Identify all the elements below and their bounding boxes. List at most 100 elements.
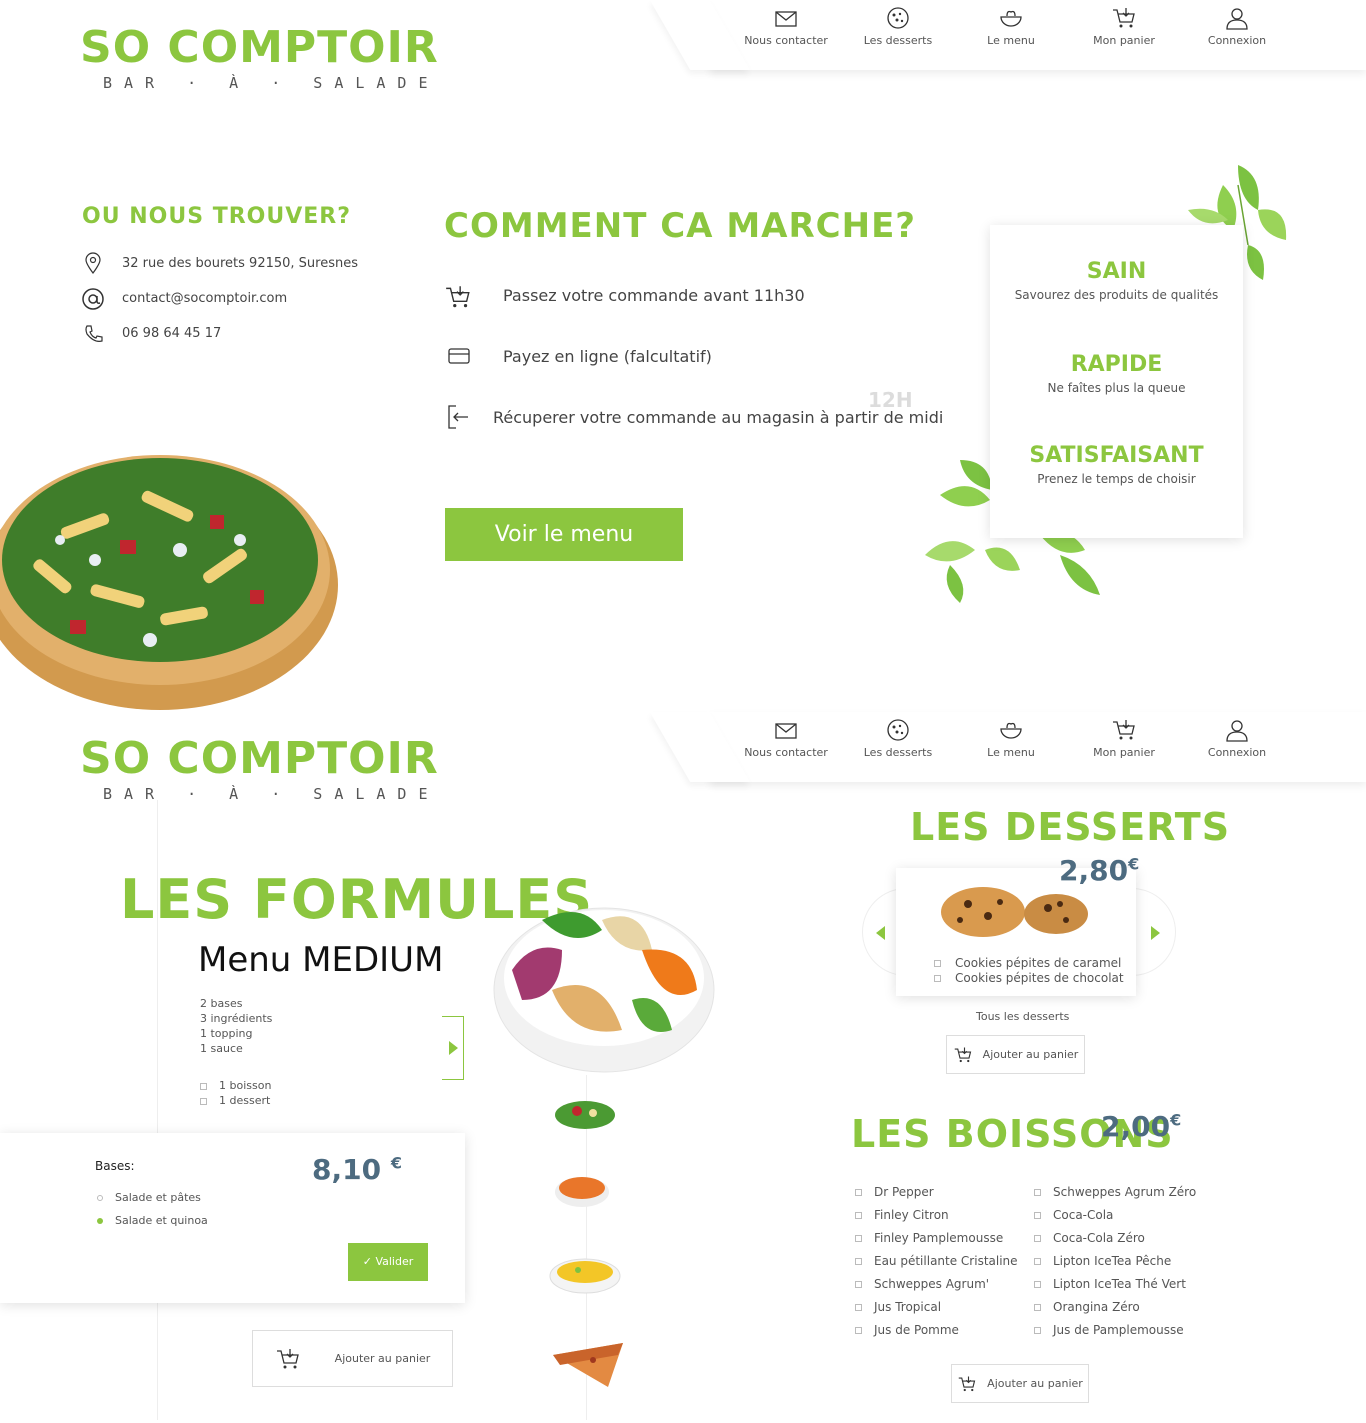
feature-satisfying: SATISFAISANT Prenez le temps de choisir — [1029, 443, 1204, 486]
bases-card: Bases: Salade et pâtes Salade et quinoa … — [0, 1133, 465, 1303]
salad-bowl-icon — [1000, 10, 1022, 27]
quiche-thumbnail — [553, 1343, 623, 1387]
location-pin-icon — [85, 252, 101, 274]
dessert-option-chocolate[interactable]: Cookies pépites de chocolat — [934, 971, 1124, 986]
nav-login[interactable]: Connexion — [1187, 6, 1287, 47]
phone-text: 06 98 64 45 17 — [122, 326, 222, 341]
formula-add-to-cart-button[interactable]: Ajouter au panier — [252, 1330, 453, 1387]
chevron-left-icon — [876, 926, 885, 940]
cart-icon — [954, 1047, 971, 1062]
bases-label: Bases: — [95, 1159, 135, 1173]
base-option-pasta[interactable]: Salade et pâtes — [97, 1191, 201, 1204]
dessert-price: 2,80€ — [1059, 854, 1140, 887]
logo-tagline-2: BAR · À · SALADE — [103, 785, 440, 803]
drink-option[interactable]: Dr Pepper — [855, 1185, 1018, 1208]
menu-extras: 1 boisson 1 dessert — [200, 1078, 271, 1108]
salad-thumbnail — [555, 1101, 615, 1129]
nav-menu[interactable]: Le menu — [961, 6, 1061, 47]
step-pay: Payez en ligne (falcultatif) — [503, 347, 712, 366]
user-icon — [1226, 8, 1248, 30]
salad-bowl-icon — [1000, 722, 1022, 739]
logo-title[interactable]: SO COMPTOIR — [80, 22, 439, 73]
drinks-list-right: Schweppes Agrum Zéro Coca-Cola Coca-Cola… — [1034, 1185, 1196, 1346]
dessert-next-button[interactable] — [1150, 925, 1160, 944]
base-option-quinoa[interactable]: Salade et quinoa — [97, 1214, 208, 1227]
dessert-options: Cookies pépites de caramel Cookies pépit… — [934, 956, 1124, 986]
drink-option[interactable]: Jus de Pamplemousse — [1034, 1323, 1196, 1346]
boissons-price: 2,00€ — [1101, 1110, 1182, 1143]
at-sign-icon — [82, 288, 104, 310]
chevron-right-icon — [1151, 926, 1160, 940]
dessert-add-to-cart-button[interactable]: Ajouter au panier — [946, 1035, 1085, 1074]
dessert-card: 2,80€ Cookies pépites de caramel Cookies… — [896, 854, 1139, 996]
see-menu-button[interactable]: Voir le menu — [445, 508, 683, 561]
pasta-thumbnail — [549, 1258, 621, 1294]
cart-download-icon — [446, 286, 470, 308]
address-text: 32 rue des bourets 92150, Suresnes — [122, 256, 358, 271]
user-icon — [1226, 720, 1248, 742]
dessert-prev-button[interactable] — [876, 925, 886, 944]
envelope-icon — [775, 723, 797, 739]
cart-icon — [958, 1376, 976, 1391]
cart-icon — [1113, 8, 1135, 28]
pickup-door-icon — [448, 405, 468, 429]
drink-option[interactable]: Schweppes Agrum Zéro — [1034, 1185, 1196, 1208]
dessert-option-caramel[interactable]: Cookies pépites de caramel — [934, 956, 1124, 971]
nav-contact[interactable]: Nous contacter — [736, 6, 836, 47]
nav-desserts[interactable]: Les desserts — [848, 6, 948, 47]
drinks-add-to-cart-button[interactable]: Ajouter au panier — [951, 1364, 1089, 1403]
cookie-icon — [887, 7, 909, 29]
drink-option[interactable]: Lipton IceTea Pêche — [1034, 1254, 1196, 1277]
nav-login-2[interactable]: Connexion — [1187, 718, 1287, 759]
drink-option[interactable]: Eau pétillante Cristaline — [855, 1254, 1018, 1277]
cookie-icon — [887, 719, 909, 741]
validate-button[interactable]: ✓ Valider — [348, 1243, 428, 1281]
desserts-title: LES DESSERTS — [910, 805, 1231, 849]
how-title: COMMENT CA MARCHE? — [444, 206, 917, 246]
drink-option[interactable]: Schweppes Agrum' — [855, 1277, 1018, 1300]
credit-card-icon — [448, 348, 470, 364]
drink-option[interactable]: Jus Tropical — [855, 1300, 1018, 1323]
extra-drink[interactable]: 1 boisson — [200, 1078, 271, 1093]
poke-bowl-image — [493, 907, 715, 1073]
envelope-icon — [775, 11, 797, 27]
cookies-image — [941, 887, 1088, 937]
nav-menu-2[interactable]: Le menu — [961, 718, 1061, 759]
drink-option[interactable]: Orangina Zéro — [1034, 1300, 1196, 1323]
noon-badge: 12H — [868, 388, 913, 412]
next-formula-button[interactable] — [442, 1016, 464, 1080]
feature-healthy: SAIN Savourez des produits de qualités — [1014, 259, 1219, 302]
logo-title-2[interactable]: SO COMPTOIR — [80, 733, 439, 784]
sauce-thumbnail — [555, 1177, 609, 1207]
extra-dessert[interactable]: 1 dessert — [200, 1093, 271, 1108]
top-navbar: Nous contacter Les desserts Le menu Mon … — [710, 0, 1366, 70]
phone-icon — [85, 325, 103, 342]
cart-icon — [1113, 720, 1135, 740]
nav-contact-2[interactable]: Nous contacter — [736, 718, 836, 759]
check-icon: ✓ — [362, 1255, 376, 1268]
feature-fast: RAPIDE Ne faîtes plus la queue — [1047, 352, 1186, 395]
nav-desserts-2[interactable]: Les desserts — [848, 718, 948, 759]
drink-option[interactable]: Lipton IceTea Thé Vert — [1034, 1277, 1196, 1300]
drink-option[interactable]: Finley Citron — [855, 1208, 1018, 1231]
formula-price: 8,10 € — [312, 1153, 402, 1186]
drink-option[interactable]: Finley Pamplemousse — [855, 1231, 1018, 1254]
email-link[interactable]: contact@socomptoir.com — [122, 291, 287, 306]
bottom-navbar: Nous contacter Les desserts Le menu Mon … — [710, 712, 1366, 782]
chevron-right-icon — [448, 1041, 458, 1055]
salad-bowl-image — [0, 455, 338, 710]
drink-option[interactable]: Coca-Cola Zéro — [1034, 1231, 1196, 1254]
find-us-title: OU NOUS TROUVER? — [82, 204, 351, 229]
menu-contents: 2 bases 3 ingrédients 1 topping 1 sauce — [200, 997, 273, 1055]
nav-cart-2[interactable]: Mon panier — [1074, 718, 1174, 759]
features-card: SAIN Savourez des produits de qualités R… — [990, 225, 1243, 538]
nav-cart[interactable]: Mon panier — [1074, 6, 1174, 47]
all-desserts-link[interactable]: Tous les desserts — [976, 1010, 1069, 1023]
logo-tagline: BAR · À · SALADE — [103, 74, 440, 92]
drink-option[interactable]: Jus de Pomme — [855, 1323, 1018, 1346]
cart-icon — [276, 1348, 299, 1368]
step-order: Passez votre commande avant 11h30 — [503, 286, 805, 305]
drinks-list-left: Dr Pepper Finley Citron Finley Pamplemou… — [855, 1185, 1018, 1346]
drink-option[interactable]: Coca-Cola — [1034, 1208, 1196, 1231]
menu-name: Menu MEDIUM — [198, 940, 444, 980]
